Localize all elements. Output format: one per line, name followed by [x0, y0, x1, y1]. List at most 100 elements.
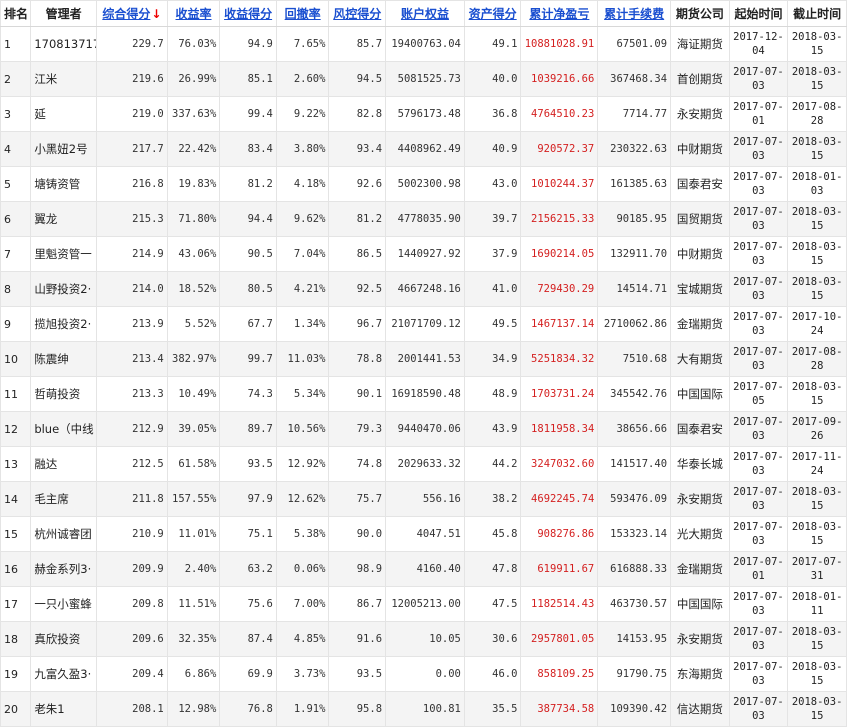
end-date-year-month: 2018-03- — [791, 136, 843, 148]
table-row[interactable]: 7 里魁资管一 214.9 43.06% 90.5 7.04% 86.5 1440927.92… — [0, 236, 847, 272]
table-row[interactable]: 11 哲萌投资 213.3 10.49% 74.3 5.34% 90.1 16918590.4… — [0, 376, 847, 412]
cell-return-score: 97.9 — [219, 481, 277, 517]
start-date-day: 03 — [752, 640, 765, 652]
header-end-date: 截止时间 — [787, 0, 847, 27]
cell-manager[interactable]: 真欣投资 — [30, 621, 97, 657]
cell-manager[interactable]: 哲萌投资 — [30, 376, 97, 412]
cell-composite-score: 208.1 — [96, 691, 168, 727]
cell-return-rate: 39.05% — [166, 411, 221, 447]
start-date-year-month: 2017-07- — [733, 171, 784, 183]
cell-manager[interactable]: 170813717: — [30, 26, 97, 62]
start-date-day: 03 — [752, 325, 765, 337]
table-row[interactable]: 2 江米 219.6 26.99% 85.1 2.60% 94.5 5081525.73 40.… — [0, 61, 847, 97]
table-row[interactable]: 4 小黑妞2号 217.7 22.42% 83.4 3.80% 93.4 4408962.49… — [0, 131, 847, 167]
header-net-pl[interactable]: 累计净盈亏 — [520, 0, 599, 27]
table-row[interactable]: 18 真欣投资 209.6 32.35% 87.4 4.85% 91.6 10.05 30.6 2… — [0, 621, 847, 657]
table-row[interactable]: 14 毛主席 211.8 157.55% 97.9 12.62% 75.7 556.16 38.… — [0, 481, 847, 517]
cell-equity: 556.16 — [385, 481, 465, 517]
start-date-year-month: 2017-07- — [733, 311, 784, 323]
cell-start-date: 2017-07- 03 — [728, 586, 789, 622]
header-composite-score-label[interactable]: 综合得分 — [102, 7, 150, 21]
cell-composite-score: 219.6 — [96, 61, 168, 97]
cell-manager[interactable]: 揽旭投资2· — [30, 306, 97, 342]
table-row[interactable]: 19 九富久盈3· 209.4 6.86% 69.9 3.73% 93.5 0.00 46.0 8… — [0, 656, 847, 692]
cell-net-pl: 3247032.60 — [520, 446, 599, 482]
table-row[interactable]: 20 老朱1 208.1 12.98% 76.8 1.91% 95.8 100.81 35.5 3… — [0, 691, 847, 727]
table-row[interactable]: 16 赫金系列3· 209.9 2.40% 63.2 0.06% 98.9 4160.40 47… — [0, 551, 847, 587]
table-row[interactable]: 10 陈震绅 213.4 382.97% 99.7 11.03% 78.8 2001441.5… — [0, 341, 847, 377]
cell-manager[interactable]: 一只小蜜蜂 — [30, 586, 97, 622]
table-row[interactable]: 6 翼龙 215.3 71.80% 94.4 9.62% 81.2 4778035.90 39.… — [0, 201, 847, 237]
cell-manager[interactable]: 延 — [30, 96, 97, 132]
cell-manager[interactable]: 赫金系列3· — [30, 551, 97, 587]
cell-manager[interactable]: 毛主席 — [30, 481, 97, 517]
cell-start-date: 2017-07- 03 — [728, 691, 789, 727]
header-equity[interactable]: 账户权益 — [385, 0, 465, 27]
table-row[interactable]: 13 融达 212.5 61.58% 93.5 12.92% 74.8 2029633.32 4… — [0, 446, 847, 482]
cell-return-score: 75.6 — [219, 586, 277, 622]
header-composite-score[interactable]: 综合得分↓ — [96, 0, 168, 27]
cell-rank: 4 — [0, 131, 32, 167]
cell-manager[interactable]: 融达 — [30, 446, 97, 482]
cell-end-date: 2018-01- 03 — [787, 166, 847, 202]
cell-manager[interactable]: 九富久盈3· — [30, 656, 97, 692]
header-return-score[interactable]: 收益得分 — [219, 0, 277, 27]
start-date-day: 03 — [752, 220, 765, 232]
cell-return-rate: 157.55% — [166, 481, 221, 517]
cell-manager[interactable]: 山野投资2· — [30, 271, 97, 307]
cell-manager[interactable]: 老朱1 — [30, 691, 97, 727]
cell-equity: 1440927.92 — [385, 236, 465, 272]
header-drawdown[interactable]: 回撤率 — [275, 0, 330, 27]
cell-fees: 132911.70 — [597, 236, 672, 272]
header-fees[interactable]: 累计手续费 — [597, 0, 672, 27]
table-row[interactable]: 5 塘铸资管 216.8 19.83% 81.2 4.18% 92.6 5002300.98 4… — [0, 166, 847, 202]
cell-composite-score: 217.7 — [96, 131, 168, 167]
cell-manager[interactable]: 翼龙 — [30, 201, 97, 237]
end-date-day: 26 — [810, 430, 824, 442]
cell-return-score: 87.4 — [219, 621, 277, 657]
cell-net-pl: 858109.25 — [520, 656, 599, 692]
cell-end-date: 2017-11- 24 — [787, 446, 847, 482]
end-date-day: 15 — [810, 290, 824, 302]
header-asset-score[interactable]: 资产得分 — [463, 0, 522, 27]
table-row[interactable]: 17 一只小蜜蜂 209.8 11.51% 75.6 7.00% 86.7 12005213.… — [0, 586, 847, 622]
cell-start-date: 2017-07- 03 — [728, 61, 789, 97]
cell-return-rate: 18.52% — [166, 271, 221, 307]
start-date-day: 04 — [752, 45, 765, 57]
cell-return-score: 69.9 — [219, 656, 277, 692]
end-date-year-month: 2018-03- — [791, 206, 843, 218]
header-risk-score[interactable]: 风控得分 — [328, 0, 387, 27]
cell-composite-score: 214.0 — [96, 271, 168, 307]
cell-manager[interactable]: 里魁资管一 — [30, 236, 97, 272]
cell-start-date: 2017-07- 03 — [728, 271, 789, 307]
table-row[interactable]: 9 揽旭投资2· 213.9 5.52% 67.7 1.34% 96.7 21071709.1… — [0, 306, 847, 342]
cell-end-date: 2018-03- 15 — [787, 481, 847, 517]
cell-manager[interactable]: 小黑妞2号 — [30, 131, 97, 167]
cell-asset-score: 39.7 — [463, 201, 522, 237]
cell-equity: 19400763.04 — [385, 26, 465, 62]
table-row[interactable]: 3 延 219.0 337.63% 99.4 9.22% 82.8 5796173.48 36.… — [0, 96, 847, 132]
cell-end-date: 2018-03- 15 — [787, 691, 847, 727]
start-date-year-month: 2017-07- — [733, 451, 784, 463]
cell-return-score: 67.7 — [219, 306, 277, 342]
cell-drawdown: 0.06% — [275, 551, 330, 587]
cell-risk-score: 81.2 — [328, 201, 387, 237]
start-date-year-month: 2017-07- — [733, 521, 784, 533]
header-return-rate[interactable]: 收益率 — [166, 0, 221, 27]
cell-manager[interactable]: 塘铸资管 — [30, 166, 97, 202]
start-date-year-month: 2017-07- — [733, 556, 784, 568]
table-row[interactable]: 15 杭州诚睿团 210.9 11.01% 75.1 5.38% 90.0 4047.51 45… — [0, 516, 847, 552]
cell-manager[interactable]: blue（中线 — [30, 411, 97, 447]
end-date-year-month: 2018-03- — [791, 521, 843, 533]
table-row[interactable]: 1170813717:229.776.03%94.97.65%85.719400… — [0, 26, 847, 62]
cell-manager[interactable]: 杭州诚睿团 — [30, 516, 97, 552]
cell-risk-score: 92.5 — [328, 271, 387, 307]
table-row[interactable]: 8 山野投资2· 214.0 18.52% 80.5 4.21% 92.5 4667248.1… — [0, 271, 847, 307]
table-row[interactable]: 12 blue（中线 212.9 39.05% 89.7 10.56% 79.3 944047… — [0, 411, 847, 447]
cell-manager[interactable]: 陈震绅 — [30, 341, 97, 377]
end-date-year-month: 2018-03- — [791, 696, 843, 708]
cell-risk-score: 92.6 — [328, 166, 387, 202]
cell-manager[interactable]: 江米 — [30, 61, 97, 97]
cell-futures-company: 永安期货 — [670, 96, 730, 132]
end-date-day: 28 — [810, 360, 824, 372]
